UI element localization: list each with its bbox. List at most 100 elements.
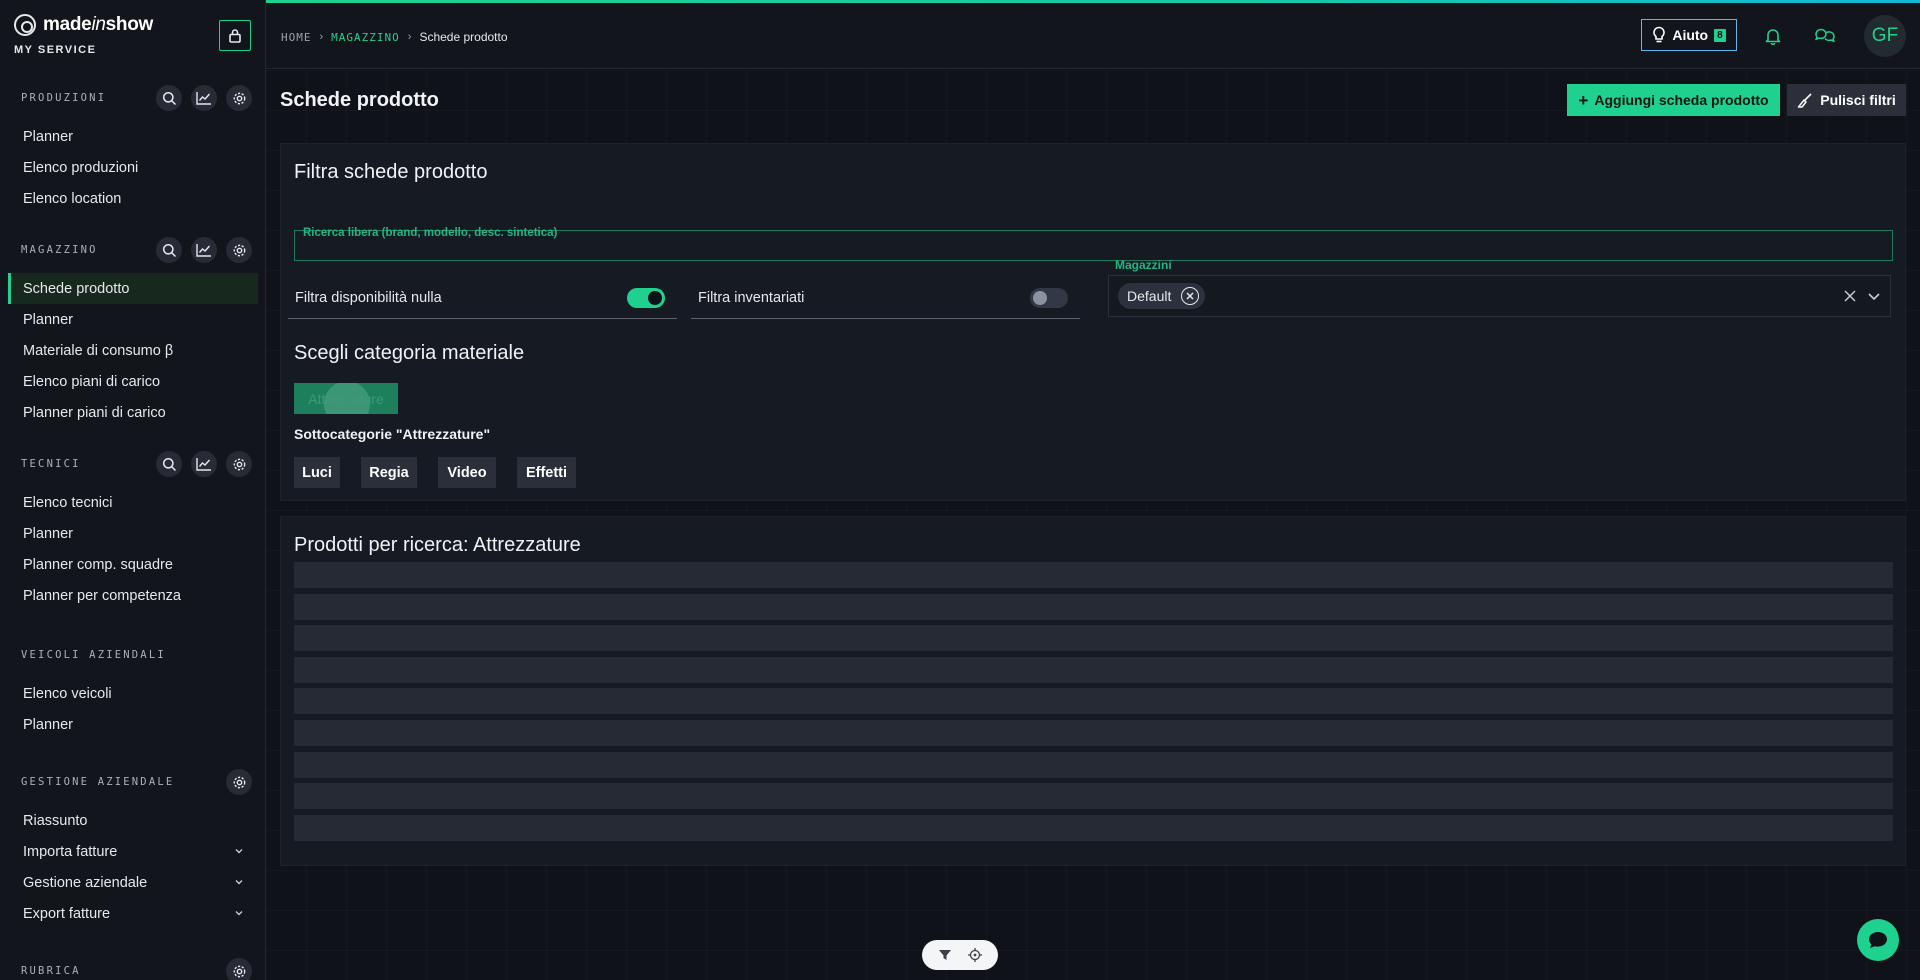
breadcrumb: HOME › MAGAZZINO › Schede prodotto bbox=[281, 30, 508, 44]
chevron-down-icon bbox=[234, 844, 244, 860]
sidebar-item-label: Materiale di consumo β bbox=[23, 342, 174, 359]
sidebar-item-elenco-piani-di-carico[interactable]: Elenco piani di carico bbox=[0, 366, 265, 397]
category-title: Scegli categoria materiale bbox=[294, 342, 525, 364]
nav-section-produzioni: PRODUZIONI Planner Elenco produzioni Elenco… bbox=[0, 78, 265, 214]
gear-section-button[interactable] bbox=[226, 451, 252, 477]
nav-section-label: PRODUZIONI bbox=[21, 92, 107, 104]
sidebar-item-label: Planner bbox=[23, 311, 73, 328]
chip-remove-icon[interactable] bbox=[1181, 287, 1200, 305]
gear-icon bbox=[233, 92, 245, 104]
clear-filters-button[interactable]: Pulisci filtri bbox=[1787, 84, 1906, 116]
sidebar-item-planner-comp-squadre[interactable]: Planner comp. squadre bbox=[0, 549, 265, 580]
gear-section-button[interactable] bbox=[226, 769, 252, 795]
messages-button[interactable] bbox=[1812, 23, 1838, 49]
sidebar-item-importa-fatture[interactable]: Importa fatture bbox=[0, 836, 265, 867]
breadcrumb-section[interactable]: MAGAZZINO bbox=[331, 31, 400, 44]
nav-section-label: MAGAZZINO bbox=[21, 244, 98, 256]
subcategory-effetti-button[interactable]: Effetti bbox=[517, 457, 576, 488]
clear-selection-icon[interactable] bbox=[1842, 288, 1858, 304]
brand-name: madeinshow bbox=[43, 14, 153, 35]
sidebar-item-label: Planner per competenza bbox=[23, 587, 181, 604]
sidebar-item-label: Schede prodotto bbox=[23, 280, 130, 297]
sidebar-item-schede-prodotto[interactable]: Schede prodotto bbox=[8, 273, 258, 304]
subcategory-video-button[interactable]: Video bbox=[438, 457, 496, 488]
sidebar-item-label: Planner piani di carico bbox=[23, 404, 166, 421]
stats-section-button[interactable] bbox=[191, 85, 217, 111]
filter-funnel-icon[interactable] bbox=[938, 949, 952, 961]
sidebar-item-label: Riassunto bbox=[23, 812, 88, 829]
warehouse-chip-label: Default bbox=[1127, 288, 1172, 304]
sidebar-item-label: Elenco tecnici bbox=[23, 494, 113, 511]
filter-panel: Filtra schede prodotto Ricerca libera (b… bbox=[280, 143, 1906, 501]
sidebar-item-label: Elenco produzioni bbox=[23, 159, 139, 176]
chevron-down-icon[interactable] bbox=[1866, 288, 1882, 304]
sidebar-item-label: Export fatture bbox=[23, 905, 111, 922]
subcategory-luci-button[interactable]: Luci bbox=[294, 457, 340, 488]
subcategory-regia-button[interactable]: Regia bbox=[361, 457, 417, 488]
sidebar-item-label: Planner bbox=[23, 525, 73, 542]
warehouses-select[interactable]: Default bbox=[1108, 275, 1891, 317]
null-availability-toggle[interactable] bbox=[627, 287, 665, 308]
add-product-sheet-button[interactable]: + Aggiungi scheda prodotto bbox=[1567, 84, 1780, 116]
brand[interactable]: madeinshow MY SERVICE bbox=[14, 14, 153, 56]
free-search-label: Ricerca libera (brand, modello, desc. si… bbox=[303, 227, 558, 239]
gear-section-button[interactable] bbox=[226, 958, 252, 980]
sidebar-item-materiale-di-consumo[interactable]: Materiale di consumo β bbox=[0, 335, 265, 366]
sidebar-item-label: Planner comp. squadre bbox=[23, 556, 173, 573]
sidebar-item-label: Elenco location bbox=[23, 190, 122, 207]
sidebar-item-label: Elenco veicoli bbox=[23, 685, 112, 702]
sidebar-item-riassunto[interactable]: Riassunto bbox=[0, 805, 265, 836]
inventoried-toggle[interactable] bbox=[1030, 287, 1068, 308]
user-avatar[interactable]: GF bbox=[1864, 15, 1906, 57]
chart-line-icon bbox=[196, 92, 211, 105]
floating-toolbar bbox=[922, 940, 998, 970]
sidebar-item-label: Gestione aziendale bbox=[23, 874, 148, 891]
loading-row-placeholder bbox=[294, 720, 1893, 746]
sidebar-item-planner[interactable]: Planner bbox=[0, 709, 265, 740]
search-section-button[interactable] bbox=[156, 451, 182, 477]
sidebar-item-elenco-location[interactable]: Elenco location bbox=[0, 183, 265, 214]
loading-row-placeholder bbox=[294, 783, 1893, 810]
sidebar-item-planner[interactable]: Planner bbox=[0, 304, 265, 335]
sidebar-item-elenco-produzioni[interactable]: Elenco produzioni bbox=[0, 152, 265, 183]
sidebar-item-label: Planner bbox=[23, 128, 73, 145]
chart-line-icon bbox=[196, 458, 211, 471]
help-label: Aiuto bbox=[1672, 27, 1709, 43]
sidebar-item-planner[interactable]: Planner bbox=[0, 518, 265, 549]
brand-logo-icon bbox=[14, 14, 36, 36]
sidebar-item-planner-per-competenza[interactable]: Planner per competenza bbox=[0, 580, 265, 611]
search-section-button[interactable] bbox=[156, 85, 182, 111]
nav-section-gestione-aziendale: GESTIONE AZIENDALE Riassunto Importa fattu… bbox=[0, 762, 265, 929]
page-title: Schede prodotto bbox=[280, 89, 439, 111]
gear-icon bbox=[233, 458, 245, 470]
sidebar-item-planner[interactable]: Planner bbox=[0, 121, 265, 152]
nav-section-label: VEICOLI AZIENDALI bbox=[21, 649, 166, 661]
lock-sidebar-button[interactable] bbox=[219, 20, 251, 51]
clear-filters-label: Pulisci filtri bbox=[1820, 92, 1896, 108]
loading-row-placeholder bbox=[294, 656, 1893, 683]
free-search-input[interactable] bbox=[301, 240, 1881, 258]
free-search-field[interactable]: Ricerca libera (brand, modello, desc. si… bbox=[294, 227, 1893, 261]
stats-section-button[interactable] bbox=[191, 237, 217, 263]
search-section-button[interactable] bbox=[156, 237, 182, 263]
gear-section-button[interactable] bbox=[226, 85, 252, 111]
null-availability-label: Filtra disponibilità nulla bbox=[295, 289, 442, 306]
sidebar-item-planner-piani-di-carico[interactable]: Planner piani di carico bbox=[0, 397, 265, 428]
results-panel: Prodotti per ricerca: Attrezzature bbox=[280, 516, 1906, 866]
inventoried-filter[interactable]: Filtra inventariati bbox=[691, 277, 1080, 319]
sidebar-item-elenco-veicoli[interactable]: Elenco veicoli bbox=[0, 678, 265, 709]
sidebar-item-export-fatture[interactable]: Export fatture bbox=[0, 898, 265, 929]
warehouses-label: Magazzini bbox=[1115, 258, 1172, 272]
stats-section-button[interactable] bbox=[191, 451, 217, 477]
gear-section-button[interactable] bbox=[226, 237, 252, 263]
target-icon[interactable] bbox=[968, 948, 982, 962]
chat-bubbles-icon bbox=[1815, 28, 1835, 43]
breadcrumb-home[interactable]: HOME bbox=[281, 31, 312, 44]
notifications-button[interactable] bbox=[1760, 23, 1786, 49]
sidebar-item-gestione-aziendale[interactable]: Gestione aziendale bbox=[0, 867, 265, 898]
support-chat-button[interactable] bbox=[1857, 919, 1899, 961]
help-button[interactable]: Aiuto 8 bbox=[1641, 19, 1737, 51]
category-attrezzature-button[interactable]: Attrezzature bbox=[294, 383, 398, 414]
sidebar-item-elenco-tecnici[interactable]: Elenco tecnici bbox=[0, 487, 265, 518]
null-availability-filter[interactable]: Filtra disponibilità nulla bbox=[288, 277, 677, 319]
